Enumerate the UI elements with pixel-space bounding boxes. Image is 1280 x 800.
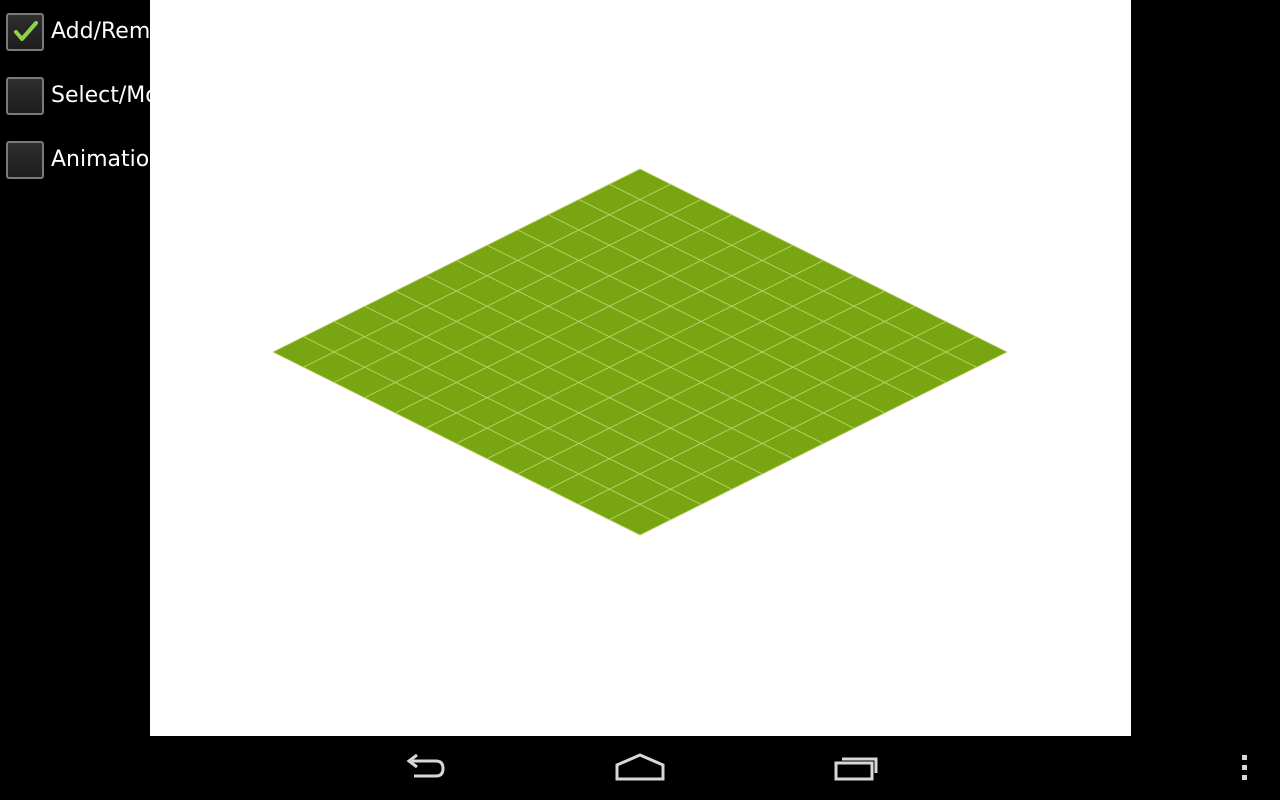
options-panel: Add/Remove Select/Move Animation — [0, 0, 150, 736]
home-icon — [615, 753, 665, 781]
option-animation[interactable]: Animation — [0, 139, 150, 183]
add-remove-checkbox[interactable] — [6, 13, 44, 51]
select-move-label: Select/Move — [51, 83, 150, 108]
select-move-checkbox[interactable] — [6, 77, 44, 115]
isometric-grid[interactable] — [150, 0, 1131, 736]
animation-checkbox[interactable] — [6, 141, 44, 179]
home-button[interactable] — [595, 736, 685, 800]
game-canvas[interactable] — [150, 0, 1131, 736]
option-add-remove[interactable]: Add/Remove — [0, 11, 150, 55]
checkmark-icon — [14, 21, 38, 41]
back-icon — [406, 753, 445, 778]
recent-apps-button[interactable] — [812, 736, 902, 800]
add-remove-label: Add/Remove — [51, 19, 150, 44]
overflow-menu-button[interactable] — [1200, 736, 1280, 800]
back-button[interactable] — [379, 736, 469, 800]
option-select-move[interactable]: Select/Move — [0, 75, 150, 119]
app-screen: Add/Remove Select/Move Animation — [0, 0, 1280, 800]
animation-label: Animation — [51, 147, 150, 172]
overflow-menu-icon — [1242, 755, 1247, 780]
navigation-bar — [0, 736, 1280, 800]
recent-apps-icon — [834, 757, 878, 781]
